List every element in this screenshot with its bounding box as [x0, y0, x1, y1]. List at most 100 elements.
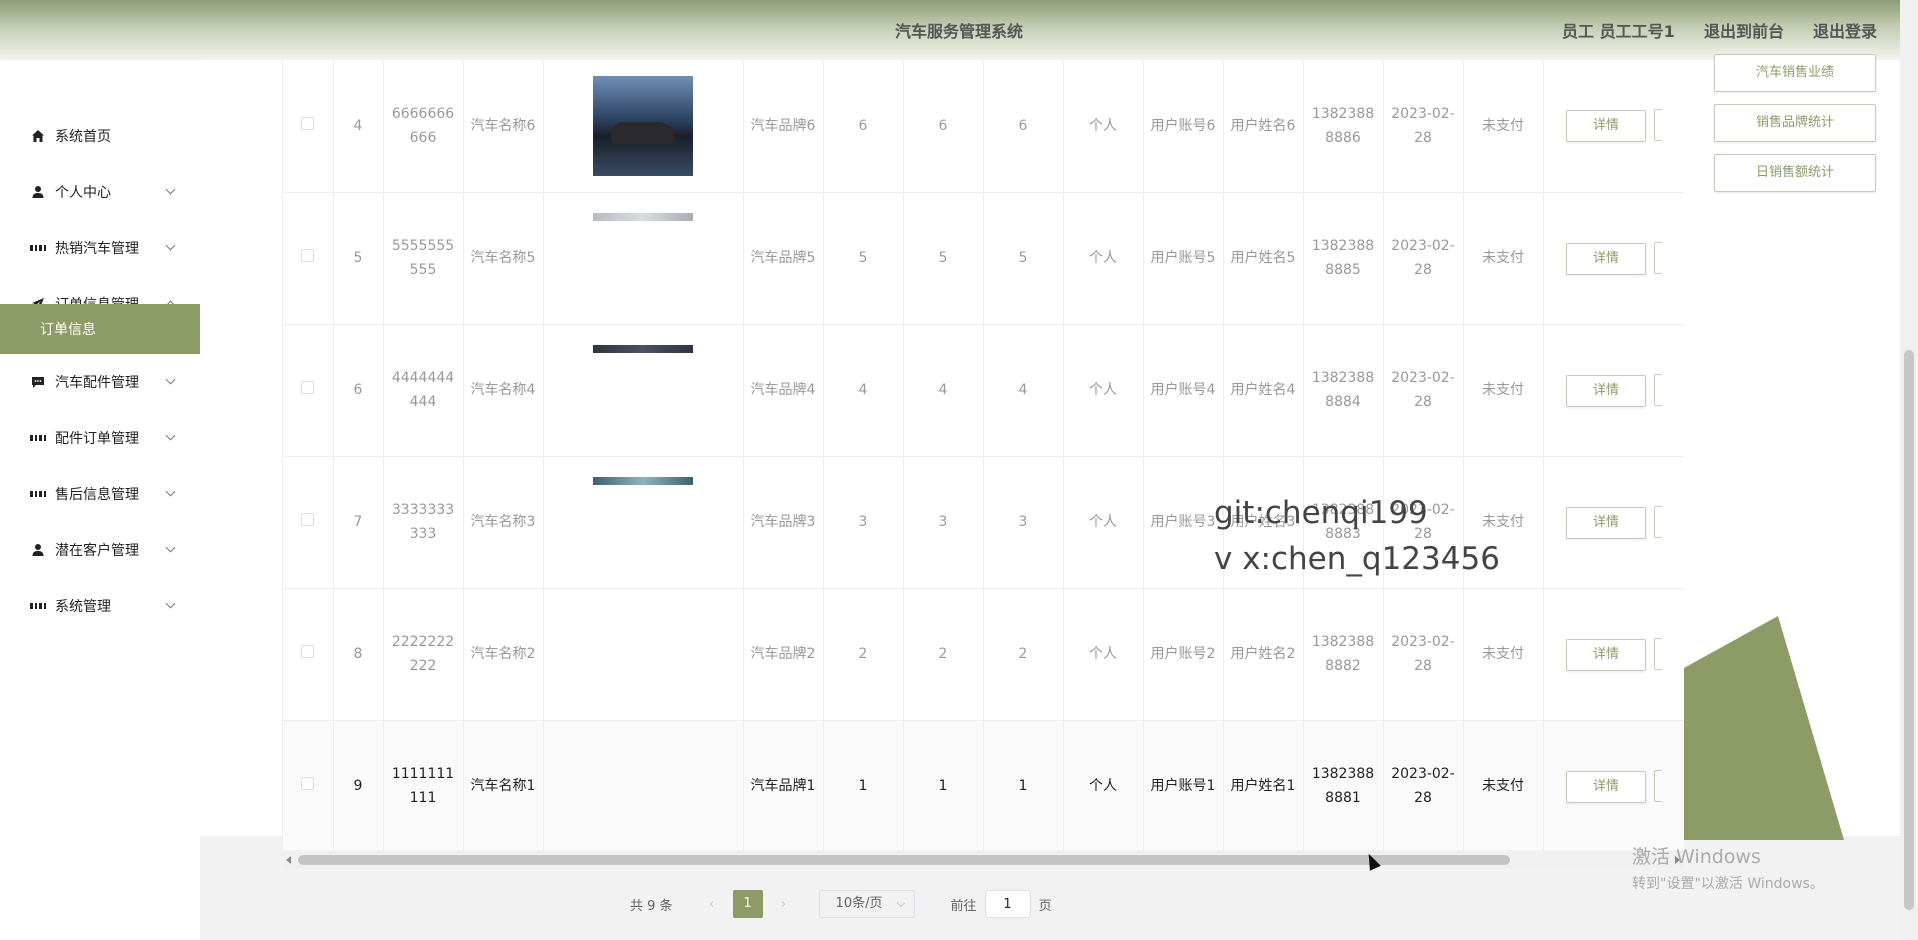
goto-page-input[interactable]	[984, 890, 1031, 918]
cell-value-3: 6	[983, 60, 1064, 193]
car-image	[593, 476, 693, 485]
cell-car-image	[543, 60, 744, 193]
row-checkbox[interactable]	[301, 249, 315, 262]
cell-status: 未支付	[1463, 60, 1544, 193]
row-checkbox[interactable]	[301, 116, 315, 130]
cell-phone: 13823888881	[1303, 720, 1384, 850]
chevron-down-icon	[165, 374, 176, 385]
detail-button[interactable]: 详情	[1566, 770, 1646, 803]
detail-button[interactable]: 详情	[1566, 242, 1646, 275]
page-suffix-label: 页	[1038, 898, 1052, 914]
detail-button[interactable]: 详情	[1566, 638, 1646, 671]
exit-to-front-link[interactable]: 退出到前台	[1704, 18, 1784, 42]
sidebar-item-home[interactable]: 系统首页	[0, 108, 200, 164]
row-checkbox[interactable]	[301, 381, 315, 394]
grid-icon	[30, 430, 46, 446]
cell-value-2: 4	[903, 324, 984, 457]
user-icon	[30, 184, 46, 200]
cell-value-3: 1	[983, 720, 1064, 850]
page-size-value: 10条/页	[835, 896, 883, 911]
table-horizontal-scrollbar[interactable]	[282, 851, 1684, 869]
edit-button[interactable]	[1654, 241, 1662, 274]
cell-value-2: 1	[903, 720, 984, 850]
sidebar-item-parts-management[interactable]: 汽车配件管理	[0, 354, 200, 410]
edit-button[interactable]	[1654, 637, 1662, 670]
sidebar-item-personal-center[interactable]: 个人中心	[0, 164, 200, 220]
grid-icon	[30, 486, 46, 502]
cell-phone: 13823888886	[1303, 60, 1384, 193]
home-icon	[30, 128, 46, 144]
detail-button[interactable]: 详情	[1566, 506, 1646, 539]
edit-button[interactable]	[1654, 505, 1662, 538]
cell-order-no: 2222222222	[383, 588, 464, 721]
row-index: 5	[333, 192, 384, 325]
grid-icon	[30, 240, 46, 256]
cell-value-3: 3	[983, 456, 1064, 589]
cell-value-1: 6	[823, 60, 904, 193]
sidebar-item-potential-customer-management[interactable]: 潜在客户管理	[0, 522, 200, 578]
cell-brand: 汽车品牌5	[743, 192, 824, 325]
user-icon	[30, 542, 46, 558]
sidebar-item-label: 售后信息管理	[55, 487, 139, 503]
cell-actions: 详情	[1543, 456, 1684, 589]
sidebar-item-hot-car-management[interactable]: 热销汽车管理	[0, 220, 200, 276]
logout-link[interactable]: 退出登录	[1813, 18, 1877, 42]
decorative-triangle	[1684, 616, 1844, 840]
row-checkbox[interactable]	[301, 645, 315, 658]
daily-sales-stats-button[interactable]: 日销售额统计	[1714, 154, 1876, 192]
edit-button[interactable]	[1654, 109, 1662, 142]
cell-date: 2023-02-28	[1383, 720, 1464, 850]
cell-value-1: 5	[823, 192, 904, 325]
sidebar-subitem-order-info[interactable]: 订单信息	[0, 304, 200, 354]
cell-brand: 汽车品牌2	[743, 588, 824, 721]
cell-order-no: 4444444444	[383, 324, 464, 457]
row-index: 6	[333, 324, 384, 457]
car-sales-performance-button[interactable]: 汽车销售业绩	[1714, 54, 1876, 92]
cell-value-3: 5	[983, 192, 1064, 325]
chevron-down-icon	[165, 486, 176, 497]
watermark-line-1: git:chenqi199	[1214, 495, 1428, 531]
sidebar-item-label: 汽车配件管理	[55, 375, 139, 391]
table-row: 5 5555555555 汽车名称5 汽车品牌5 5 5 5 个人 用户账号5 …	[283, 192, 1684, 325]
row-checkbox[interactable]	[301, 513, 315, 526]
cell-status: 未支付	[1463, 324, 1544, 457]
prev-page-button[interactable]: ‹	[697, 897, 727, 912]
cell-car-name: 汽车名称5	[463, 192, 544, 325]
cell-value-1: 3	[823, 456, 904, 589]
next-page-button[interactable]: ›	[769, 897, 799, 912]
page-scroll-thumb[interactable]	[1904, 350, 1914, 910]
cell-account: 用户账号2	[1143, 588, 1224, 721]
detail-button[interactable]: 详情	[1566, 374, 1646, 407]
page-size-select[interactable]: 10条/页	[818, 890, 915, 918]
edit-button[interactable]	[1654, 769, 1662, 802]
chevron-down-icon	[165, 184, 176, 195]
page-number-current[interactable]: 1	[732, 890, 763, 918]
brand-sales-stats-button[interactable]: 销售品牌统计	[1714, 104, 1876, 142]
row-checkbox[interactable]	[301, 777, 315, 790]
watermark-line-2: v x:chen_q123456	[1214, 541, 1500, 577]
cell-username: 用户姓名6	[1223, 60, 1304, 193]
sidebar-item-after-sales-management[interactable]: 售后信息管理	[0, 466, 200, 522]
message-icon	[30, 374, 46, 390]
scroll-left-arrow-icon[interactable]	[286, 856, 291, 864]
detail-button[interactable]: 详情	[1566, 110, 1646, 143]
sidebar-item-parts-order-management[interactable]: 配件订单管理	[0, 410, 200, 466]
cell-status: 未支付	[1463, 192, 1544, 325]
sidebar-item-label: 订单信息	[40, 322, 96, 338]
car-image	[593, 75, 693, 176]
edit-button[interactable]	[1654, 373, 1662, 406]
cell-username: 用户姓名5	[1223, 192, 1304, 325]
scroll-thumb[interactable]	[298, 855, 1510, 865]
page-vertical-scrollbar[interactable]	[1900, 0, 1918, 940]
cell-order-no: 5555555555	[383, 192, 464, 325]
chevron-down-icon	[165, 240, 176, 251]
sidebar-item-system-management[interactable]: 系统管理	[0, 578, 200, 634]
cell-car-name: 汽车名称1	[463, 720, 544, 850]
cell-account: 用户账号4	[1143, 324, 1224, 457]
cell-account: 用户账号1	[1143, 720, 1224, 850]
chevron-down-icon	[896, 898, 905, 908]
current-user-label: 员工 员工工号1	[1562, 22, 1675, 41]
pagination: 共 9 条 ‹ 1 › 10条/页 前往 页	[630, 890, 1052, 918]
cell-value-3: 4	[983, 324, 1064, 457]
cell-date: 2023-02-28	[1383, 60, 1464, 193]
